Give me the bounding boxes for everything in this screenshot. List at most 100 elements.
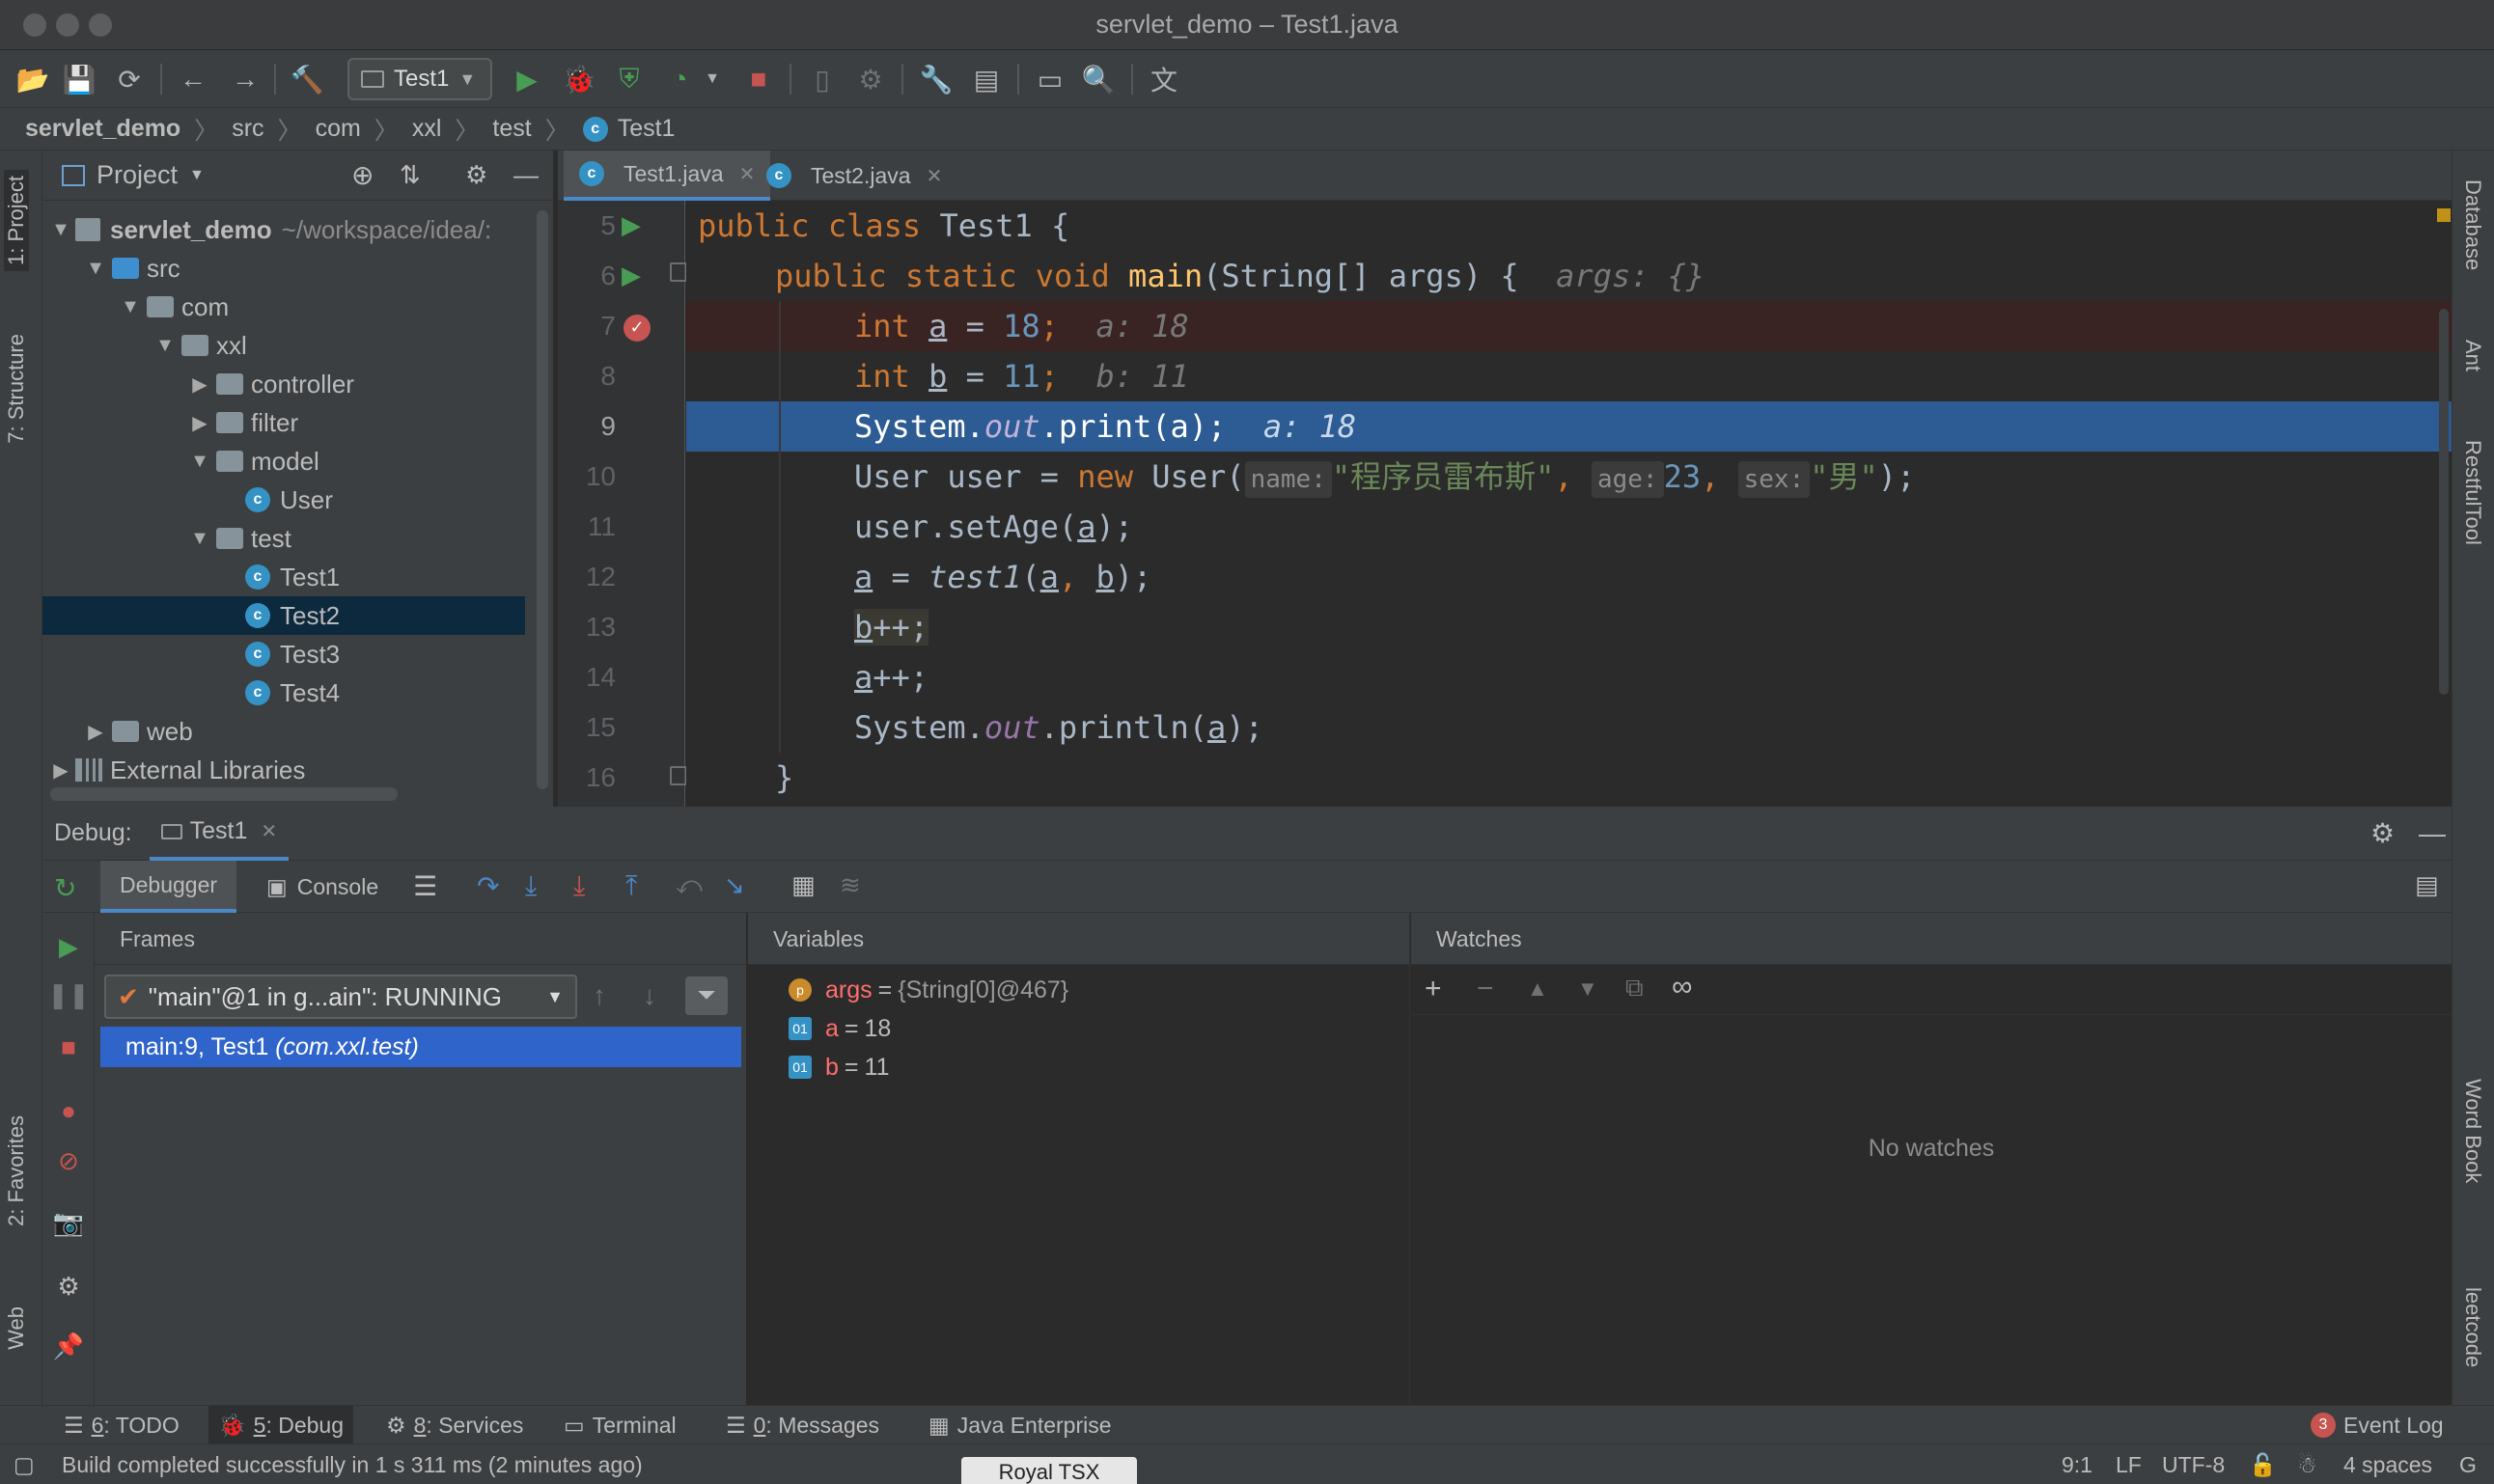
remove-watch-icon[interactable]: −: [1477, 973, 1494, 1005]
frame-row[interactable]: main:9, Test1 (com.xxl.test): [100, 1027, 741, 1067]
chevron-down-icon[interactable]: ▼: [695, 62, 730, 96]
breadcrumb-item-com[interactable]: com: [316, 115, 361, 143]
pin-icon[interactable]: 📌: [53, 1332, 84, 1360]
tool-tab-project[interactable]: 1: Project: [4, 170, 29, 271]
sync-icon[interactable]: ⟳: [112, 62, 147, 96]
variable-row-a[interactable]: 01 a = 18: [789, 1009, 891, 1048]
inspector-icon[interactable]: ☃: [2297, 1452, 2317, 1478]
toggle-panels-icon[interactable]: ▢: [14, 1452, 35, 1478]
warning-marker[interactable]: [2437, 208, 2451, 222]
show-execution-point-icon[interactable]: ↷: [477, 870, 499, 902]
filter-icon[interactable]: ⏷: [685, 976, 728, 1015]
collapsed-arrow-icon[interactable]: ▶: [189, 372, 210, 397]
tree-item[interactable]: c Test1: [42, 558, 525, 596]
run-gutter-icon[interactable]: ▶: [622, 261, 641, 290]
project-view-dropdown[interactable]: Project: [97, 160, 178, 190]
previous-frame-icon[interactable]: ↑: [593, 980, 606, 1011]
tool-tab-services[interactable]: ⚙ 8: Services: [376, 1406, 533, 1444]
google-icon[interactable]: G: [2459, 1452, 2477, 1478]
build-icon[interactable]: 🔨: [290, 62, 324, 96]
translate-icon[interactable]: 文: [1147, 62, 1181, 96]
tree-item[interactable]: ▶ External Libraries: [42, 751, 525, 789]
tool-tab-todo[interactable]: ☰ 6: TODO: [54, 1406, 189, 1444]
collapsed-arrow-icon[interactable]: ▶: [50, 758, 71, 783]
drop-frame-icon[interactable]: ⤺: [676, 870, 703, 901]
tool-tab-terminal[interactable]: ▭ Terminal: [554, 1406, 686, 1444]
chevron-down-icon[interactable]: ▼: [189, 167, 205, 184]
fold-icon[interactable]: [670, 766, 687, 785]
attach-icon[interactable]: ⚙: [853, 62, 888, 96]
run-icon[interactable]: ▶: [510, 62, 544, 96]
project-structure-icon[interactable]: ▤: [969, 62, 1004, 96]
tab-console[interactable]: ▣ Console: [266, 861, 378, 913]
tree-item[interactable]: c Test4: [42, 673, 525, 712]
vertical-scrollbar[interactable]: [537, 210, 548, 789]
breadcrumb-item-project[interactable]: servlet_demo: [25, 115, 180, 143]
status-message[interactable]: Build completed successfully in 1 s 311 …: [62, 1452, 643, 1478]
layout-icon[interactable]: ▤: [2415, 870, 2439, 900]
debug-icon[interactable]: 🐞: [562, 62, 596, 96]
stop-icon[interactable]: ■: [741, 62, 776, 96]
hide-panel-icon[interactable]: —: [513, 160, 539, 190]
move-down-icon[interactable]: ▼: [1577, 976, 1598, 1002]
back-icon[interactable]: ←: [176, 62, 210, 96]
coverage-icon[interactable]: ⛨: [612, 62, 647, 96]
tab-test1-java[interactable]: c Test1.java ✕: [564, 151, 771, 201]
expanded-arrow-icon[interactable]: ▼: [154, 335, 176, 357]
profile-icon[interactable]: ◔: [662, 62, 697, 96]
tree-item[interactable]: ▼ com: [42, 288, 525, 326]
indent-setting[interactable]: 4 spaces: [2343, 1452, 2432, 1478]
close-icon[interactable]: ✕: [927, 164, 943, 188]
thread-select[interactable]: ✔ "main"@1 in g...ain": RUNNING ▼: [104, 975, 577, 1019]
run-to-cursor-icon[interactable]: ↘: [724, 870, 745, 900]
tool-tab-java-enterprise[interactable]: ▦ Java Enterprise: [919, 1406, 1122, 1444]
save-icon[interactable]: 💾: [62, 62, 97, 96]
file-encoding[interactable]: UTF-8: [2162, 1452, 2225, 1478]
tree-item[interactable]: ▼ servlet_demo ~/workspace/idea/:: [42, 210, 525, 249]
tool-tab-leetcode[interactable]: leetcode: [2460, 1287, 2485, 1367]
mute-breakpoints-icon[interactable]: ⊘: [54, 1146, 83, 1175]
run-gutter-icon[interactable]: ▶: [622, 210, 641, 240]
editor-scrollbar[interactable]: [2439, 309, 2449, 695]
collapse-all-icon[interactable]: ⇅: [400, 160, 421, 190]
step-into-icon[interactable]: ⤓: [573, 870, 585, 902]
tree-item[interactable]: c Test3: [42, 635, 525, 673]
rerun-icon[interactable]: ↻: [54, 872, 76, 904]
view-breakpoints-icon[interactable]: ●: [54, 1096, 83, 1125]
debug-session-tab[interactable]: Test1 ✕: [149, 807, 290, 861]
next-frame-icon[interactable]: ↓: [643, 980, 656, 1011]
expanded-arrow-icon[interactable]: ▼: [85, 258, 106, 280]
tool-tab-messages[interactable]: ☰ 0: Messages: [716, 1406, 889, 1444]
lock-icon[interactable]: 🔓: [2249, 1452, 2277, 1478]
tool-tab-word-book[interactable]: Word Book: [2460, 1079, 2485, 1183]
add-watch-icon[interactable]: +: [1425, 973, 1442, 1005]
tab-debugger[interactable]: Debugger: [100, 861, 237, 913]
step-out-icon[interactable]: ⤒: [625, 870, 637, 902]
terminal-icon[interactable]: ▭: [1033, 62, 1067, 96]
resume-icon[interactable]: ▶: [54, 932, 83, 961]
tool-tab-web[interactable]: Web: [4, 1306, 29, 1350]
gear-icon[interactable]: ⚙: [465, 160, 487, 190]
tree-item[interactable]: ▼ test: [42, 519, 525, 558]
breadcrumb-item-class[interactable]: Test1: [618, 115, 676, 143]
tree-item[interactable]: ▼ xxl: [42, 326, 525, 365]
expanded-arrow-icon[interactable]: ▼: [50, 219, 71, 241]
tool-tab-favorites[interactable]: 2: Favorites: [4, 1115, 29, 1226]
tool-tab-debug[interactable]: 🐞 5: Debug: [208, 1406, 353, 1444]
stop-icon[interactable]: ■: [54, 1032, 83, 1061]
tree-item[interactable]: ▶ filter: [42, 403, 525, 442]
run-config-dropdown[interactable]: Test1 ▼: [347, 58, 492, 100]
tree-item[interactable]: ▶ web: [42, 712, 525, 751]
horizontal-scrollbar[interactable]: [50, 787, 398, 801]
settings-wrench-icon[interactable]: 🔧: [919, 62, 954, 96]
breadcrumb-item-src[interactable]: src: [232, 115, 263, 143]
menu-lines-icon[interactable]: ☰: [413, 870, 437, 902]
tool-tab-database[interactable]: Database: [2460, 179, 2485, 270]
variable-row-b[interactable]: 01 b = 11: [789, 1048, 889, 1086]
editor-gutter[interactable]: 5 6 7 8 9 10 11 12 13 14 15 16 ▶ ▶ ✓: [558, 201, 687, 807]
code-editor[interactable]: public class Test1 { public static void …: [686, 201, 2452, 807]
tab-test2-java[interactable]: c Test2.java ✕: [751, 151, 957, 201]
tool-tab-structure[interactable]: 7: Structure: [4, 334, 29, 444]
fold-icon[interactable]: [670, 262, 687, 282]
glasses-icon[interactable]: ∞: [1672, 971, 1692, 1003]
